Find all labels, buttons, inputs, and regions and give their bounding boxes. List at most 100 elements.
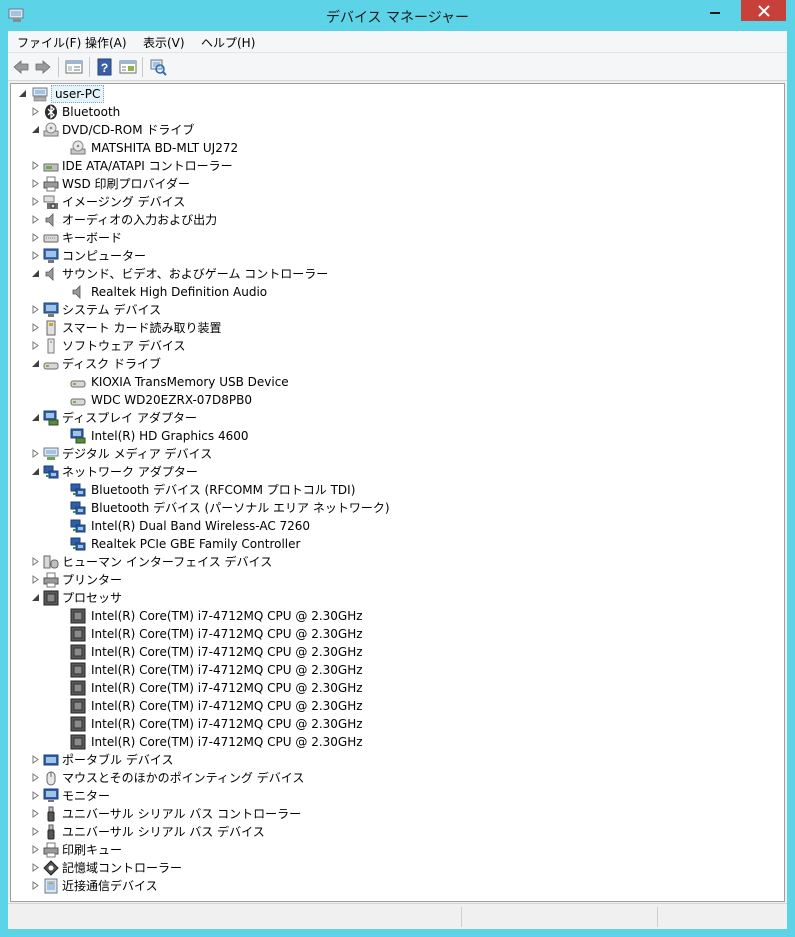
tree-device[interactable]: Realtek High Definition Audio	[11, 283, 784, 301]
tree-device[interactable]: Intel(R) Core(TM) i7-4712MQ CPU @ 2.30GH…	[11, 697, 784, 715]
menu-action[interactable]: 操作(A)	[85, 34, 127, 51]
expand-arrow-icon[interactable]	[31, 197, 40, 206]
root-label[interactable]: user-PC	[51, 85, 105, 103]
tree-category[interactable]: ヒューマン インターフェイス デバイス	[11, 553, 784, 571]
tree-category[interactable]: モニター	[11, 787, 784, 805]
tree-category[interactable]: プリンター	[11, 571, 784, 589]
tree-category[interactable]: ネットワーク アダプター	[11, 463, 784, 481]
device-tree[interactable]: user-PC Bluetooth DVD/CD-ROM ドライブ MATSHITA…	[10, 83, 785, 902]
collapse-arrow-icon[interactable]	[31, 413, 40, 422]
expand-arrow-icon[interactable]	[31, 161, 40, 170]
show-hide-console-tree-button[interactable]	[63, 56, 85, 78]
tree-category[interactable]: マウスとそのほかのポインティング デバイス	[11, 769, 784, 787]
tree-category[interactable]: オーディオの入力および出力	[11, 211, 784, 229]
tree-category[interactable]: Bluetooth	[11, 103, 784, 121]
tree-category[interactable]: IDE ATA/ATAPI コントローラー	[11, 157, 784, 175]
tree-category[interactable]: デジタル メディア デバイス	[11, 445, 784, 463]
expand-arrow-icon[interactable]	[31, 755, 40, 764]
expand-arrow-icon[interactable]	[31, 557, 40, 566]
title-bar[interactable]: デバイス マネージャー	[0, 0, 795, 31]
tree-device[interactable]: Intel(R) Core(TM) i7-4712MQ CPU @ 2.30GH…	[11, 643, 784, 661]
tree-device[interactable]: Intel(R) Core(TM) i7-4712MQ CPU @ 2.30GH…	[11, 625, 784, 643]
collapse-arrow-icon[interactable]	[31, 593, 40, 602]
tree-category[interactable]: 近接通信デバイス	[11, 877, 784, 895]
expand-arrow-icon[interactable]	[31, 773, 40, 782]
expand-arrow-icon[interactable]	[31, 341, 40, 350]
menu-view[interactable]: 表示(V)	[143, 34, 185, 51]
back-button[interactable]	[10, 56, 32, 78]
tree-device[interactable]: Intel(R) Core(TM) i7-4712MQ CPU @ 2.30GH…	[11, 607, 784, 625]
tree-category[interactable]: スマート カード読み取り装置	[11, 319, 784, 337]
expand-arrow-icon[interactable]	[31, 107, 40, 116]
scan-hardware-button[interactable]	[147, 56, 169, 78]
menu-bar: ファイル(F) 操作(A) 表示(V) ヘルプ(H)	[8, 31, 787, 53]
tree-category[interactable]: キーボード	[11, 229, 784, 247]
tree-category[interactable]: システム デバイス	[11, 301, 784, 319]
tree-device[interactable]: Intel(R) Core(TM) i7-4712MQ CPU @ 2.30GH…	[11, 679, 784, 697]
expand-arrow-icon[interactable]	[31, 179, 40, 188]
tree-category[interactable]: 記憶域コントローラー	[11, 859, 784, 877]
tree-category[interactable]: コンピューター	[11, 247, 784, 265]
expand-arrow-icon[interactable]	[31, 251, 40, 260]
tree-category[interactable]: プロセッサ	[11, 589, 784, 607]
collapse-arrow-icon[interactable]	[31, 359, 40, 368]
tree-category[interactable]: ディスク ドライブ	[11, 355, 784, 373]
expand-arrow-icon[interactable]	[31, 305, 40, 314]
tree-root[interactable]: user-PC	[11, 85, 784, 103]
tree-device[interactable]: Bluetooth デバイス (RFCOMM プロトコル TDI)	[11, 481, 784, 499]
tree-device[interactable]: WDC WD20EZRX-07D8PB0	[11, 391, 784, 409]
category-label: ユニバーサル シリアル バス コントローラー	[62, 807, 302, 821]
tree-device[interactable]: Intel(R) Core(TM) i7-4712MQ CPU @ 2.30GH…	[11, 715, 784, 733]
category-label: DVD/CD-ROM ドライブ	[62, 123, 195, 137]
close-button[interactable]	[741, 0, 786, 21]
expand-arrow-icon[interactable]	[31, 827, 40, 836]
camera-icon	[43, 194, 59, 210]
processor-icon	[70, 662, 86, 678]
device-label: Bluetooth デバイス (RFCOMM プロトコル TDI)	[91, 483, 356, 497]
tree-category[interactable]: WSD 印刷プロバイダー	[11, 175, 784, 193]
tree-category[interactable]: ポータブル デバイス	[11, 751, 784, 769]
menu-help[interactable]: ヘルプ(H)	[201, 34, 255, 51]
tree-device[interactable]: Intel(R) Core(TM) i7-4712MQ CPU @ 2.30GH…	[11, 733, 784, 751]
tree-category[interactable]: ソフトウェア デバイス	[11, 337, 784, 355]
tree-category[interactable]: サウンド、ビデオ、およびゲーム コントローラー	[11, 265, 784, 283]
tree-category[interactable]: イメージング デバイス	[11, 193, 784, 211]
expand-arrow-icon[interactable]	[31, 791, 40, 800]
expand-arrow-icon[interactable]	[31, 323, 40, 332]
collapse-arrow-icon[interactable]	[31, 125, 40, 134]
expand-arrow-icon[interactable]	[31, 233, 40, 242]
tree-category[interactable]: ユニバーサル シリアル バス コントローラー	[11, 805, 784, 823]
collapse-arrow-icon[interactable]	[31, 467, 40, 476]
category-label: イメージング デバイス	[62, 195, 186, 209]
expand-arrow-icon[interactable]	[31, 449, 40, 458]
collapse-arrow-icon[interactable]	[31, 269, 40, 278]
expand-arrow-icon[interactable]	[31, 809, 40, 818]
tree-device[interactable]: Bluetooth デバイス (パーソナル エリア ネットワーク)	[11, 499, 784, 517]
expand-arrow-icon[interactable]	[31, 215, 40, 224]
tree-device[interactable]: MATSHITA BD-MLT UJ272	[11, 139, 784, 157]
expand-arrow-icon[interactable]	[31, 575, 40, 584]
expand-arrow-icon[interactable]	[31, 863, 40, 872]
tree-device[interactable]: KIOXIA TransMemory USB Device	[11, 373, 784, 391]
toolbar-separator	[58, 57, 59, 77]
tree-category[interactable]: DVD/CD-ROM ドライブ	[11, 121, 784, 139]
printer-icon	[43, 572, 59, 588]
expand-arrow-icon[interactable]	[31, 845, 40, 854]
forward-button[interactable]	[32, 56, 54, 78]
tree-device[interactable]: Intel(R) Dual Band Wireless-AC 7260	[11, 517, 784, 535]
expand-arrow-icon[interactable]	[31, 881, 40, 890]
tree-category[interactable]: ユニバーサル シリアル バス デバイス	[11, 823, 784, 841]
proximity-device-icon	[43, 878, 59, 894]
tree-category[interactable]: 印刷キュー	[11, 841, 784, 859]
minimize-button[interactable]	[701, 0, 728, 21]
tree-device[interactable]: Intel(R) Core(TM) i7-4712MQ CPU @ 2.30GH…	[11, 661, 784, 679]
help-button[interactable]: ?	[94, 56, 116, 78]
processor-icon	[70, 716, 86, 732]
tree-category[interactable]: ディスプレイ アダプター	[11, 409, 784, 427]
collapse-arrow-icon[interactable]	[18, 89, 27, 98]
menu-file[interactable]: ファイル(F)	[17, 34, 81, 51]
details-view-button[interactable]	[117, 56, 139, 78]
tree-device[interactable]: Intel(R) HD Graphics 4600	[11, 427, 784, 445]
tree-device[interactable]: Realtek PCIe GBE Family Controller	[11, 535, 784, 553]
device-label: Intel(R) Core(TM) i7-4712MQ CPU @ 2.30GH…	[91, 627, 363, 641]
